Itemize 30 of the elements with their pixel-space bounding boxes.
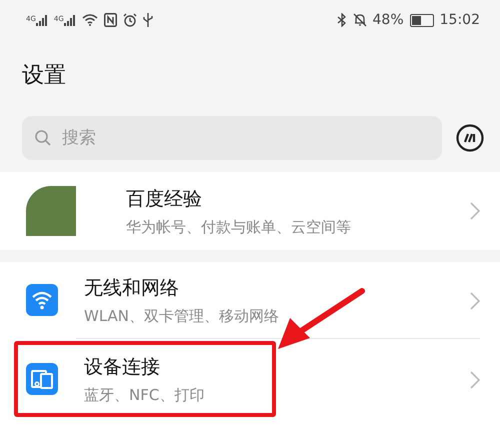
search-icon (34, 129, 52, 147)
bluetooth-icon (336, 13, 347, 27)
setting-title: 设备连接 (84, 354, 161, 380)
settings-item[interactable]: 设备连接 蓝牙、NFC、打印 (14, 341, 276, 417)
nfc-icon (104, 13, 117, 27)
signal-icon (64, 14, 76, 26)
settings-item[interactable]: 无线和网络 WLAN、双卡管理、移动网络 (14, 262, 460, 338)
chevron-icon (470, 292, 480, 310)
chevron-icon (470, 371, 480, 389)
wifi-icon (82, 14, 98, 26)
photo-placeholder (26, 186, 76, 236)
search-field[interactable]: 搜索 (22, 116, 442, 160)
signal-icon (36, 14, 48, 26)
wifi-icon (26, 284, 58, 316)
chevron-icon (470, 202, 480, 220)
setting-title: 无线和网络 (84, 276, 180, 300)
account-subtitle: 华为帐号、付款与账单、云空间等 (126, 218, 352, 236)
battery-icon (410, 14, 434, 26)
setting-subtitle: WLAN、双卡管理、移动网络 (84, 306, 280, 326)
muted-bell-icon (352, 13, 367, 27)
devices-icon (26, 363, 58, 395)
usb-icon (142, 13, 153, 27)
alarm-clock-icon (122, 13, 137, 27)
setting-subtitle: 蓝牙、NFC、打印 (84, 386, 206, 404)
assistant-icon[interactable] (456, 124, 484, 152)
account-name: 百度经验 (126, 186, 203, 212)
clock-time: 15:02 (440, 12, 480, 28)
account-row[interactable]: 百度经验 华为帐号、付款与账单、云空间等 (0, 172, 500, 250)
page-title: 设置 (21, 62, 67, 90)
battery-percent: 48% (372, 12, 404, 28)
